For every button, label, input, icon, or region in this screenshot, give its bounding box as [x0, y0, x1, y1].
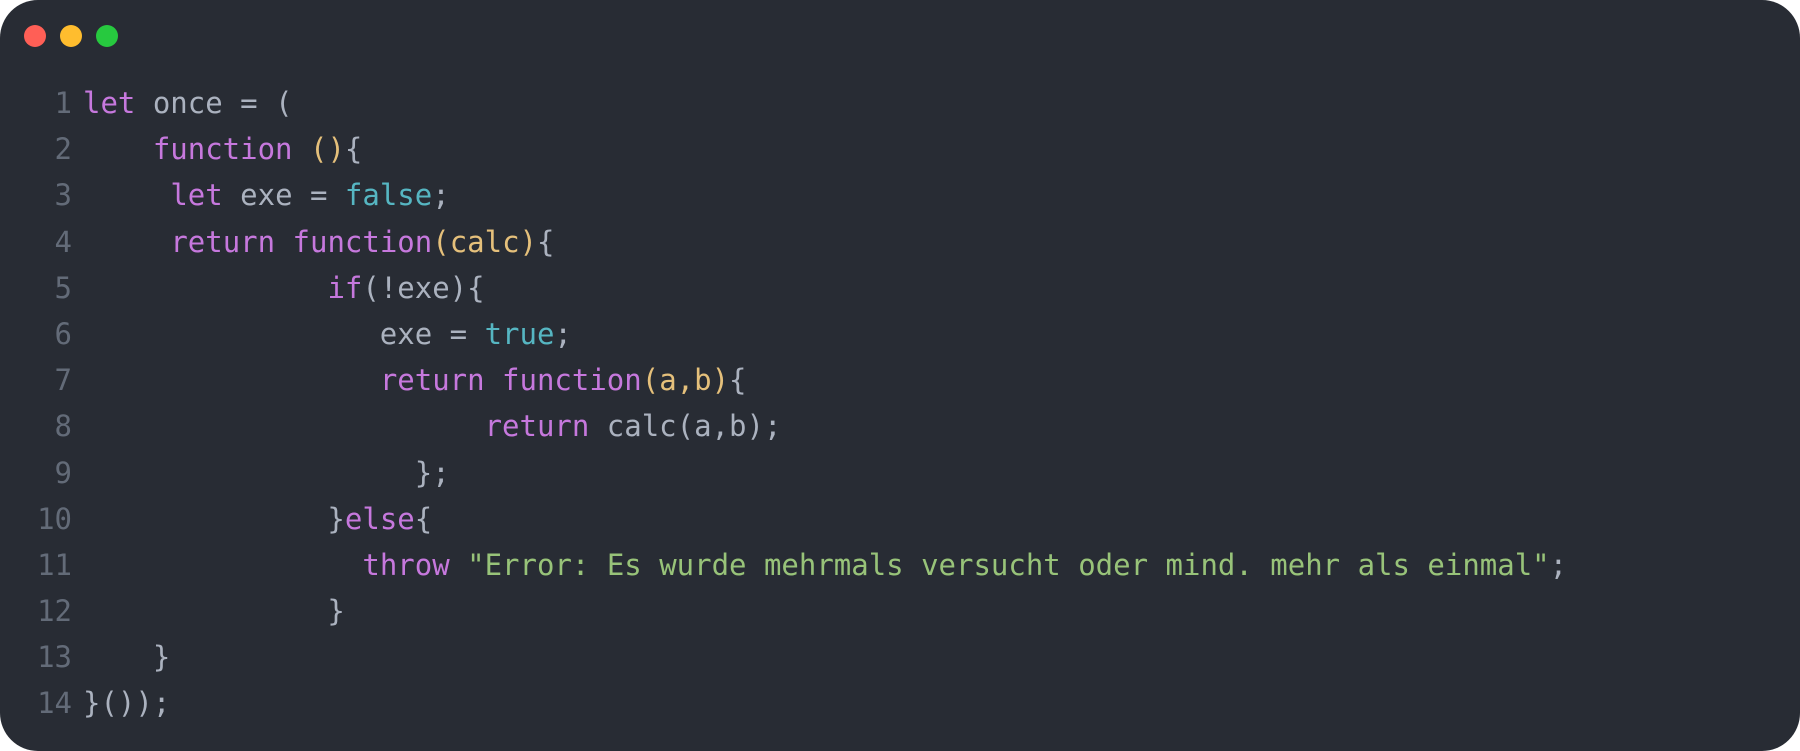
code-line-text: return calc(a,b);: [83, 403, 782, 449]
line-number: 11: [37, 547, 72, 582]
code-token-plain: }());: [83, 686, 171, 721]
line-number: 3: [54, 178, 72, 213]
code-line-text: return function(calc){: [83, 219, 554, 265]
minimize-button[interactable]: [60, 25, 82, 47]
window-titlebar: [0, 0, 1800, 72]
code-token-plain: }: [83, 501, 345, 536]
maximize-button[interactable]: [96, 25, 118, 47]
code-token-param: (a,b): [641, 363, 730, 398]
code-token-plain: };: [83, 455, 450, 490]
code-line: 3 let exe = false;: [0, 172, 1780, 218]
code-token-param: (calc): [432, 224, 537, 259]
code-line: 6 exe = true;: [0, 311, 1780, 357]
close-button[interactable]: [24, 25, 46, 47]
code-token-plain: (!exe){: [362, 270, 485, 305]
code-token-keyword: return: [379, 363, 485, 398]
code-line-text: let exe = false;: [83, 172, 450, 218]
code-line: 2 function (){: [0, 126, 1780, 172]
line-number: 12: [37, 594, 72, 629]
code-line-text: }: [83, 634, 170, 680]
code-token-plain: ;: [1549, 547, 1568, 582]
code-token-plain: {: [414, 501, 433, 536]
code-line: 1 let once = (: [0, 80, 1780, 126]
code-token-keyword: else: [344, 501, 415, 536]
code-editor[interactable]: 1 let once = (2 function (){3 let exe = f…: [0, 80, 1780, 727]
code-token-plain: ;: [432, 178, 450, 213]
code-token-plain: calc(a,b);: [589, 409, 782, 444]
code-token-plain: }: [83, 640, 171, 675]
code-line: 4 return function(calc){: [0, 219, 1780, 265]
code-token-plain: {: [537, 224, 555, 259]
code-line-text: };: [83, 450, 450, 496]
code-line: 13 }: [0, 634, 1780, 680]
code-line-text: }());: [83, 680, 170, 726]
line-number: 10: [37, 501, 72, 536]
code-token-keyword: return: [170, 224, 276, 259]
line-number: 8: [54, 409, 72, 444]
code-token-param: (): [310, 132, 345, 167]
code-token-plain: ;: [554, 316, 572, 351]
line-number: 7: [54, 363, 72, 398]
line-number: 1: [54, 86, 72, 120]
code-line: 9 };: [0, 450, 1780, 496]
code-line: 8 return calc(a,b);: [0, 403, 1780, 449]
code-token-plain: exe =: [222, 178, 345, 213]
code-token-keyword: throw: [362, 547, 450, 582]
code-line-text: let once = (: [83, 80, 293, 126]
line-number: 2: [54, 132, 72, 167]
code-token-keyword: let: [83, 86, 136, 120]
code-line-text: return function(a,b){: [83, 357, 747, 403]
code-line-text: throw "Error: Es wurde mehrmals versucht…: [83, 542, 1567, 588]
code-token-plain: {: [344, 132, 363, 167]
code-line: 7 return function(a,b){: [0, 357, 1780, 403]
code-line-text: function (){: [83, 126, 363, 172]
code-line-text: }: [83, 588, 345, 634]
code-token-keyword: function: [502, 363, 642, 398]
code-token-keyword: function: [292, 224, 433, 259]
code-token-literal: true: [484, 316, 555, 351]
code-line-text: if(!exe){: [83, 265, 485, 311]
code-token-plain: once = (: [135, 86, 293, 120]
line-number: 5: [54, 270, 72, 305]
code-token-plain: exe =: [83, 316, 485, 351]
code-token-keyword: let: [170, 178, 223, 213]
code-line-text: }else{: [83, 496, 432, 542]
code-token-plain: {: [729, 363, 747, 398]
line-number: 14: [37, 686, 72, 721]
code-token-plain: }: [83, 594, 345, 629]
line-number: 9: [54, 455, 72, 490]
code-token-keyword: function: [152, 132, 293, 167]
code-token-keyword: if: [327, 270, 363, 305]
code-line: 5 if(!exe){: [0, 265, 1780, 311]
code-line-text: exe = true;: [83, 311, 572, 357]
code-line: 14 }());: [0, 680, 1780, 726]
line-number: 6: [54, 316, 72, 351]
code-window: 1 let once = (2 function (){3 let exe = f…: [0, 0, 1800, 751]
line-number: 4: [54, 224, 72, 259]
code-line: 10 }else{: [0, 496, 1780, 542]
code-line: 11 throw "Error: Es wurde mehrmals versu…: [0, 542, 1780, 588]
code-token-keyword: return: [484, 409, 590, 444]
code-token-string: "Error: Es wurde mehrmals versucht oder …: [467, 547, 1550, 582]
code-line: 12 }: [0, 588, 1780, 634]
code-token-literal: false: [344, 178, 433, 213]
line-number: 13: [37, 640, 72, 675]
